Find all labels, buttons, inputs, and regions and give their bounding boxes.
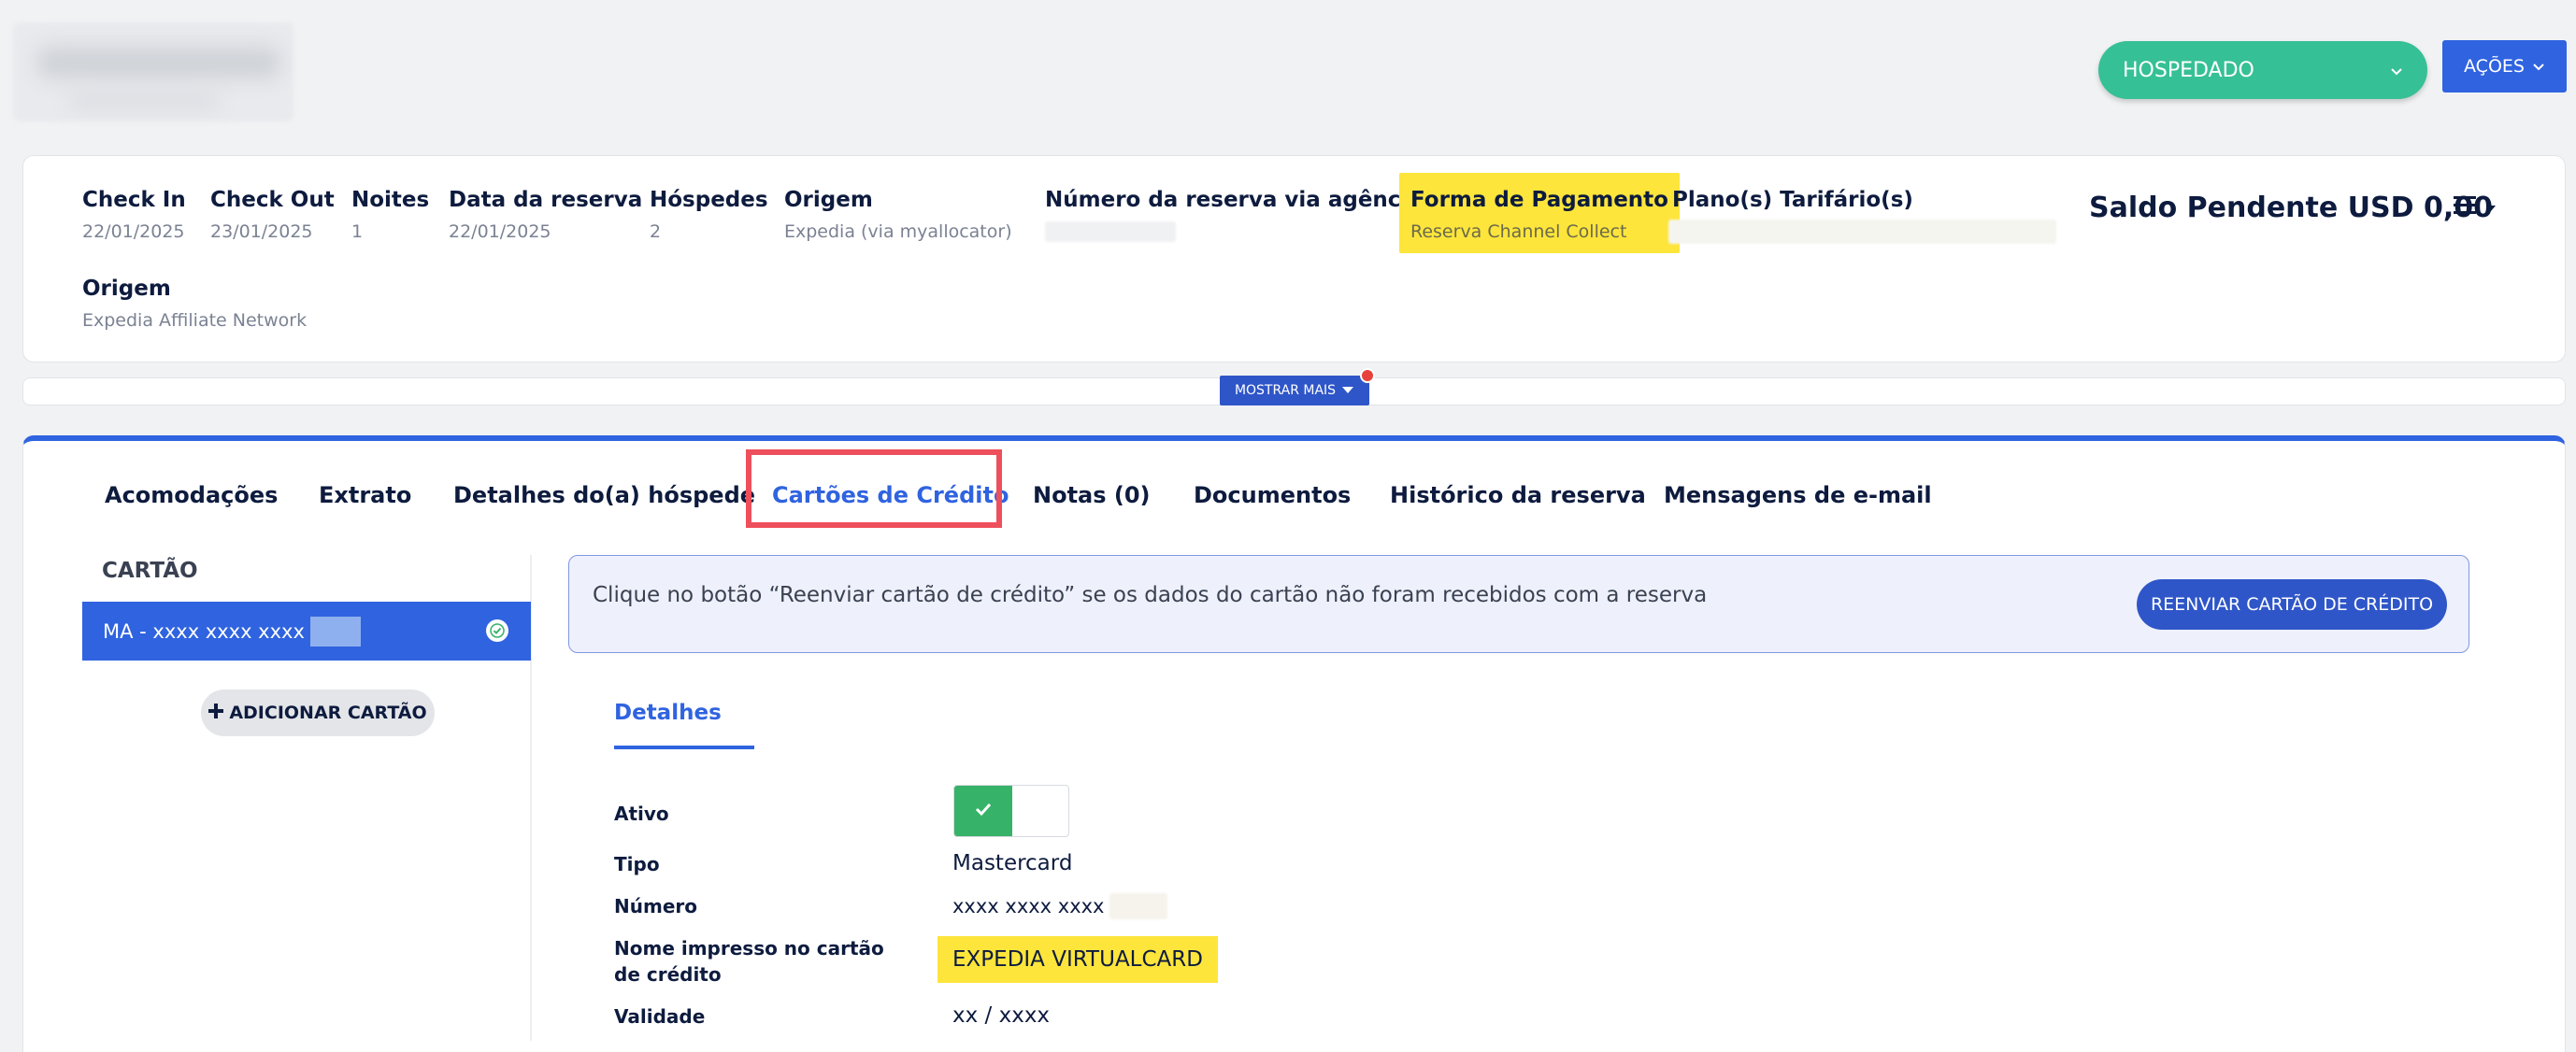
tab-notas[interactable]: Notas (0) <box>1033 482 1151 508</box>
tab-detalhes[interactable]: Detalhes <box>614 701 722 725</box>
rate-plans-label: Plano(s) Tarifário(s) <box>1672 188 1913 212</box>
checkin-value: 22/01/2025 <box>82 221 185 242</box>
status-dropdown[interactable]: HOSPEDADO <box>2098 41 2427 99</box>
payment-method-label: Forma de Pagamento <box>1410 188 1668 212</box>
payment-method-field: Forma de Pagamento Reserva Channel Colle… <box>1399 173 1680 253</box>
check-icon <box>974 802 993 820</box>
agency-number-field: Número da reserva via agência <box>1045 188 1423 242</box>
tipo-value: Mastercard <box>952 851 1073 875</box>
rate-plans-field: Plano(s) Tarifário(s) <box>1668 188 2056 244</box>
hospedes-label: Hóspedes <box>650 188 768 212</box>
origem2-field: Origem Expedia Affiliate Network <box>82 277 307 331</box>
tab-extrato[interactable]: Extrato <box>319 482 411 508</box>
tab-documentos[interactable]: Documentos <box>1194 482 1351 508</box>
origem2-value: Expedia Affiliate Network <box>82 310 308 331</box>
data-reserva-value: 22/01/2025 <box>449 221 551 242</box>
reservation-title-blurred <box>13 22 293 121</box>
checkin-label: Check In <box>82 188 186 212</box>
rate-plans-redacted <box>1668 220 2056 244</box>
nome-value: EXPEDIA VIRTUALCARD <box>937 936 1218 983</box>
toggle-on-state <box>954 786 1012 836</box>
checkin-field: Check In 22/01/2025 <box>82 188 186 242</box>
card-list-heading: CARTÃO <box>102 559 198 583</box>
tab-acomodacoes[interactable]: Acomodações <box>105 482 278 508</box>
data-reserva-field: Data da reserva 22/01/2025 <box>449 188 642 242</box>
checkout-value: 23/01/2025 <box>210 221 313 242</box>
nome-label: Nome impresso no cartão de crédito <box>614 937 884 986</box>
actions-label: AÇÕES <box>2464 56 2525 77</box>
caret-down-icon <box>2485 198 2497 216</box>
add-card-button[interactable]: ADICIONAR CARTÃO <box>201 689 435 736</box>
show-more-button[interactable]: MOSTRAR MAIS <box>1220 376 1369 405</box>
add-card-label: ADICIONAR CARTÃO <box>229 703 427 723</box>
plus-icon <box>208 703 224 723</box>
ativo-label: Ativo <box>614 803 669 825</box>
validade-label: Validade <box>614 1005 706 1028</box>
annotation-highlight-box <box>746 449 1002 528</box>
tab-mensagens-email[interactable]: Mensagens de e-mail <box>1664 482 1932 508</box>
caret-down-icon <box>1341 383 1354 398</box>
origem-value: Expedia (via myallocator) <box>784 221 1012 242</box>
payment-method-value: Reserva Channel Collect <box>1410 221 1627 242</box>
active-toggle[interactable] <box>953 785 1069 837</box>
noites-value: 1 <box>351 221 364 242</box>
agency-number-redacted <box>1045 221 1176 242</box>
actions-button[interactable]: AÇÕES <box>2442 40 2567 92</box>
checkout-field: Check Out 23/01/2025 <box>210 188 335 242</box>
reservation-summary-card <box>22 155 2566 363</box>
card-last-digits-redacted <box>309 616 361 647</box>
checkout-label: Check Out <box>210 188 335 212</box>
status-label: HOSPEDADO <box>2123 58 2254 82</box>
noites-field: Noites 1 <box>351 188 429 242</box>
menu-toggle[interactable] <box>2454 194 2497 219</box>
card-list-item[interactable]: MA - xxxx xxxx xxxx <box>82 602 531 661</box>
hospedes-value: 2 <box>650 221 662 242</box>
agency-number-label: Número da reserva via agência <box>1045 188 1423 212</box>
tab-detalhes-hospede[interactable]: Detalhes do(a) hóspede <box>453 482 755 508</box>
resend-card-button[interactable]: REENVIAR CARTÃO DE CRÉDITO <box>2137 579 2447 630</box>
tab-historico-reserva[interactable]: Histórico da reserva <box>1390 482 1646 508</box>
origem-label: Origem <box>784 188 873 212</box>
data-reserva-label: Data da reserva <box>449 188 643 212</box>
numero-label: Número <box>614 895 697 917</box>
card-item-label: MA - xxxx xxxx xxxx <box>103 619 305 643</box>
tipo-label: Tipo <box>614 853 660 875</box>
card-number-redacted <box>1109 893 1168 919</box>
hamburger-menu-icon <box>2454 194 2478 219</box>
chevron-down-icon <box>2532 56 2545 77</box>
noites-label: Noites <box>351 188 430 212</box>
numero-field: xxxx xxxx xxxx <box>952 893 1168 919</box>
origem2-label: Origem <box>82 277 171 301</box>
notification-dot <box>1360 368 1375 383</box>
pending-balance: Saldo Pendente USD 0,00 <box>2089 192 2493 224</box>
hospedes-field: Hóspedes 2 <box>650 188 768 242</box>
active-tab-underline <box>614 746 754 749</box>
numero-value: xxxx xxxx xxxx <box>952 895 1105 917</box>
resend-info-text: Clique no botão “Reenviar cartão de créd… <box>593 583 1708 607</box>
check-circle-icon <box>486 619 508 642</box>
chevron-down-icon <box>2390 59 2403 82</box>
show-more-label: MOSTRAR MAIS <box>1234 383 1337 398</box>
origem-field: Origem Expedia (via myallocator) <box>784 188 1012 242</box>
validade-value: xx / xxxx <box>952 1003 1051 1028</box>
reservation-details-panel <box>22 435 2566 1052</box>
